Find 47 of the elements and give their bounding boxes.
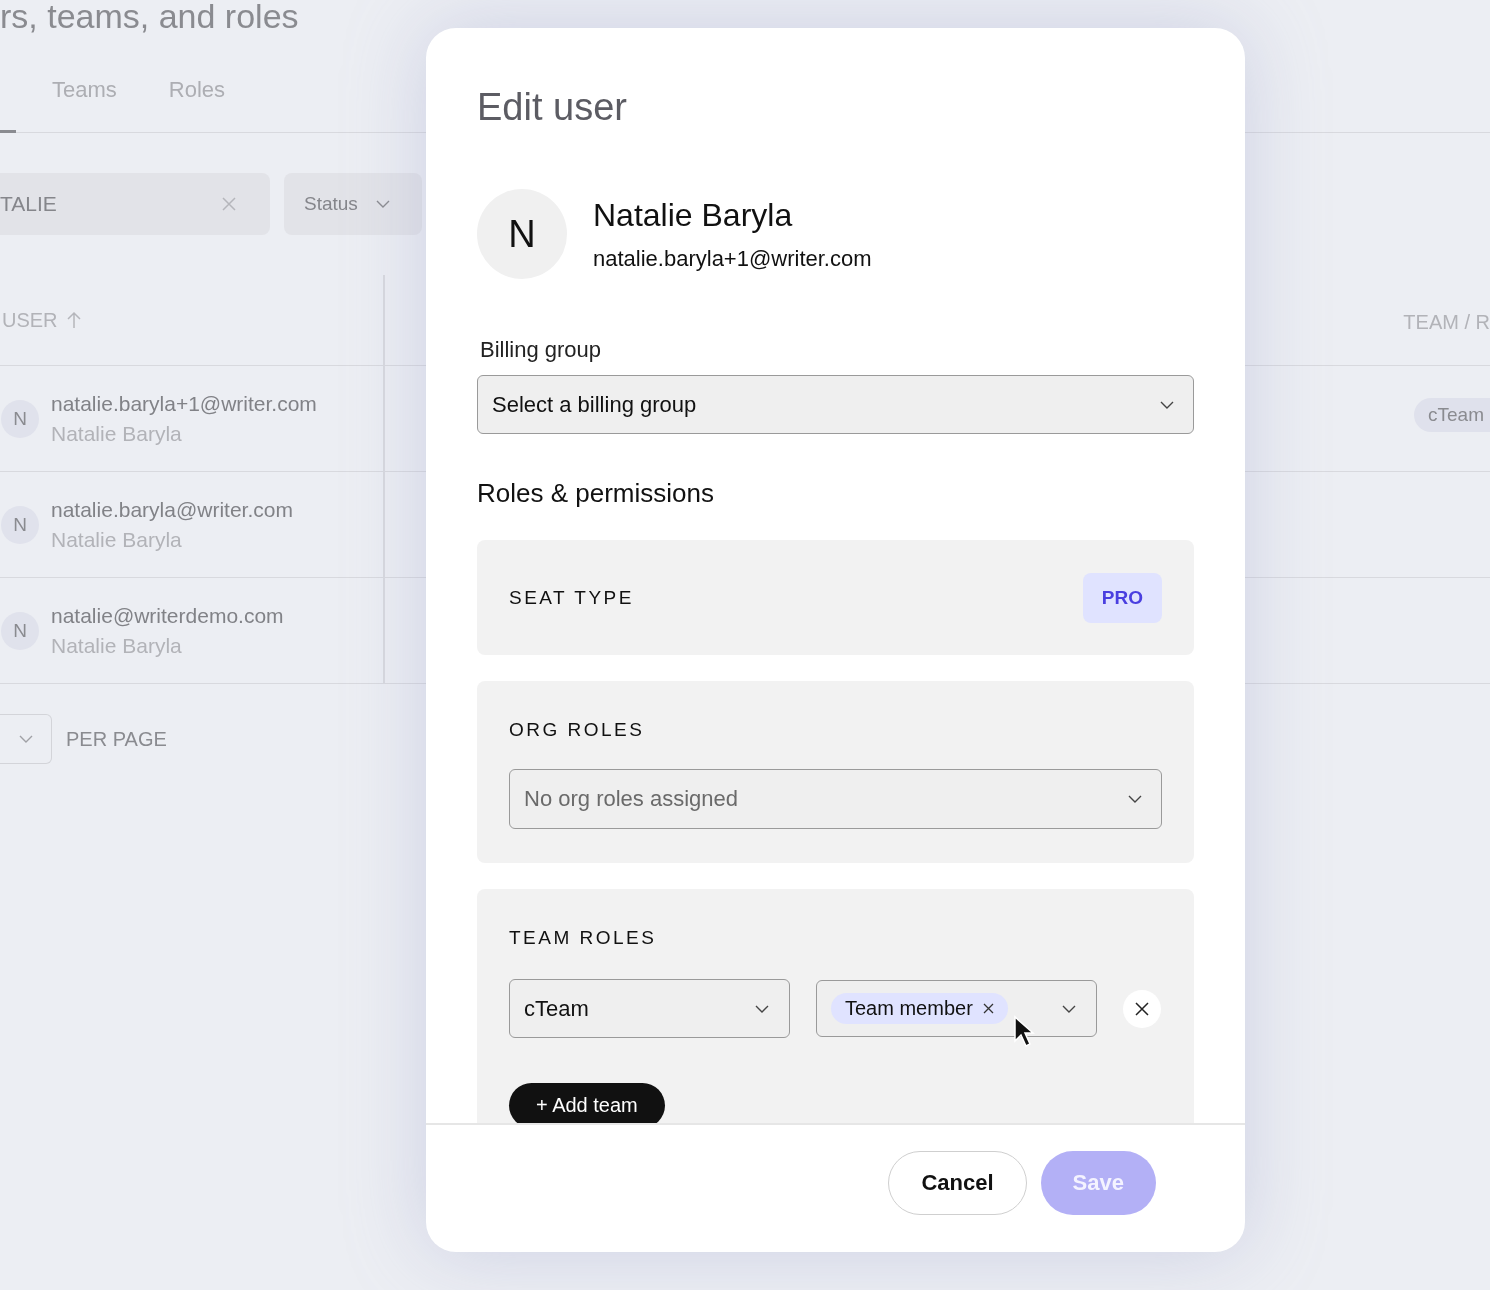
tab[interactable]: Teams <box>52 77 117 103</box>
billing-group-dropdown[interactable]: Select a billing group <box>477 375 1194 434</box>
close-icon <box>1134 1000 1150 1017</box>
dialog-title: Edit user <box>477 86 628 129</box>
card-label: TEAM ROLES <box>509 927 657 948</box>
team-chip: cTeam <box>1414 397 1490 432</box>
user-name: Natalie Baryla <box>51 421 183 446</box>
user-email: natalie.baryla+1@writer.com <box>51 391 317 416</box>
user-avatar: N <box>477 189 567 279</box>
field-label: Billing group <box>479 337 603 363</box>
user-name: Natalie Baryla <box>51 633 183 658</box>
card-label: ORG ROLES <box>509 719 645 740</box>
role-chip: Team member <box>831 993 1008 1024</box>
tab[interactable]: Roles <box>168 77 226 103</box>
mouse-cursor-icon <box>1013 1015 1035 1049</box>
user-avatar: N <box>1 505 39 544</box>
user-avatar: N <box>1 611 39 650</box>
column-header[interactable]: TEAM / R <box>1403 310 1490 334</box>
clear-icon[interactable] <box>221 196 237 212</box>
user-email: natalie@writerdemo.com <box>51 603 284 628</box>
status-dropdown[interactable]: Status <box>284 173 422 235</box>
chevron-down-icon <box>375 200 390 208</box>
per-page-label: PER PAGE <box>66 727 167 751</box>
remove-team-button[interactable] <box>1123 989 1161 1028</box>
section-title: Roles & permissions <box>477 478 715 509</box>
chevron-down-icon <box>18 735 33 743</box>
cancel-button[interactable]: Cancel <box>888 1151 1027 1215</box>
chevron-down-icon <box>1062 1004 1076 1013</box>
user-email: natalie.baryla+1@writer.com <box>593 245 872 272</box>
seat-type-badge: PRO <box>1082 572 1162 623</box>
chevron-down-icon <box>1128 795 1142 803</box>
add-team-button[interactable]: + Add team <box>509 1083 665 1123</box>
chevron-down-icon <box>1160 401 1174 409</box>
search-field[interactable]: TALIE <box>0 173 270 235</box>
page-title: rs, teams, and roles <box>0 0 300 36</box>
user-email: natalie.baryla@writer.com <box>51 497 293 522</box>
org-roles-dropdown[interactable]: No org roles assigned <box>509 769 1162 829</box>
per-page-dropdown[interactable] <box>0 714 52 764</box>
column-header[interactable]: USER <box>2 308 58 332</box>
card-label: SEAT TYPE <box>509 586 634 609</box>
team-dropdown[interactable]: cTeam <box>509 979 790 1038</box>
user-name: Natalie Baryla <box>51 527 183 552</box>
close-icon[interactable] <box>982 1003 994 1014</box>
sort-arrow-icon[interactable] <box>65 311 82 329</box>
chevron-down-icon <box>755 1004 769 1013</box>
user-avatar: N <box>1 399 39 438</box>
user-name: Natalie Baryla <box>593 196 794 234</box>
